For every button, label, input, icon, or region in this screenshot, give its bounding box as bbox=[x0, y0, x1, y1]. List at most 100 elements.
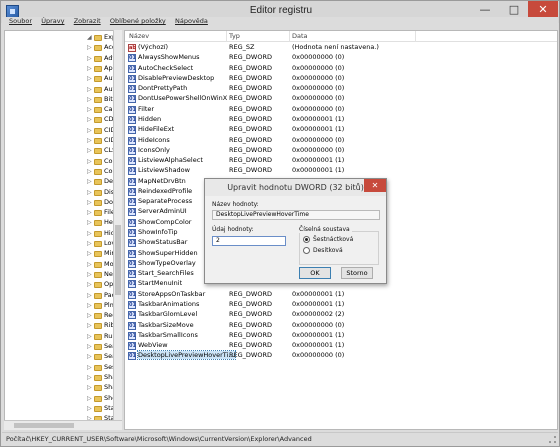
tree-item[interactable]: ▷ CD bbox=[5, 115, 113, 125]
tree-item[interactable]: ▷Acc bbox=[5, 43, 113, 53]
registry-value-row[interactable]: 01 TaskbarSmallIcons REG_DWORD 0x00000001 (… bbox=[125, 331, 557, 341]
menu-favorites[interactable]: Oblíbené položky bbox=[110, 17, 166, 25]
key-tree-pane[interactable]: ◢Explore▷Acc▷Adv▷App▷Aut▷Aut▷BitE▷Cab▷CD… bbox=[4, 30, 114, 430]
radio-decimal[interactable] bbox=[303, 247, 310, 254]
column-name-header[interactable]: Název bbox=[129, 32, 149, 40]
tree-item[interactable]: ▷CLS bbox=[5, 146, 113, 156]
expand-arrow-icon[interactable]: ▷ bbox=[87, 353, 92, 360]
tree-item[interactable]: ▷Star bbox=[5, 404, 113, 414]
registry-value-row[interactable]: 01 TaskbarAnimations REG_DWORD 0x00000001 (… bbox=[125, 300, 557, 310]
expand-arrow-icon[interactable]: ▷ bbox=[87, 240, 92, 247]
tree-item[interactable]: ▷BitE bbox=[5, 95, 113, 105]
tree-item[interactable]: ▷She bbox=[5, 394, 113, 404]
registry-value-row[interactable]: 01 Hidden REG_DWORD 0x00000001 (1) bbox=[125, 115, 557, 125]
tree-item[interactable]: ▷Cor bbox=[5, 157, 113, 167]
expand-arrow-icon[interactable]: ▷ bbox=[87, 116, 92, 123]
column-divider[interactable] bbox=[415, 31, 416, 42]
expand-arrow-icon[interactable]: ▷ bbox=[87, 405, 92, 412]
registry-value-row[interactable]: 01 DisablePreviewDesktop REG_DWORD 0x000000… bbox=[125, 74, 557, 84]
expand-arrow-icon[interactable]: ▷ bbox=[87, 230, 92, 237]
registry-value-row[interactable]: 01 ListviewAlphaSelect REG_DWORD 0x00000001… bbox=[125, 156, 557, 166]
tree-item[interactable]: ▷Cab bbox=[5, 105, 113, 115]
tree-item[interactable]: ▷App bbox=[5, 64, 113, 74]
expand-arrow-icon[interactable]: ▷ bbox=[87, 209, 92, 216]
tree-item[interactable]: ▷Adv bbox=[5, 54, 113, 64]
registry-value-row[interactable]: 01 TaskbarSizeMove REG_DWORD 0x00000000 (0) bbox=[125, 321, 557, 331]
tree-item[interactable]: ▷Des bbox=[5, 177, 113, 187]
tree-vertical-scrollbar[interactable] bbox=[113, 30, 122, 420]
expand-arrow-icon[interactable]: ▷ bbox=[87, 312, 92, 319]
expand-arrow-icon[interactable]: ▷ bbox=[87, 261, 92, 268]
expand-arrow-icon[interactable]: ▷ bbox=[87, 395, 92, 402]
radio-decimal-label[interactable]: Desítková bbox=[313, 247, 343, 254]
expand-arrow-icon[interactable]: ▷ bbox=[87, 250, 92, 257]
registry-value-row[interactable]: 01 DontUsePowerShellOnWinX REG_DWORD 0x0000… bbox=[125, 94, 557, 104]
registry-value-row[interactable]: 01 StoreAppsOnTaskbar REG_DWORD 0x00000001 … bbox=[125, 290, 557, 300]
expand-arrow-icon[interactable]: ▷ bbox=[87, 158, 92, 165]
tree-horizontal-scrollbar[interactable] bbox=[4, 420, 122, 430]
expand-arrow-icon[interactable]: ▷ bbox=[87, 44, 92, 51]
tree-item[interactable]: ▷Aut bbox=[5, 74, 113, 84]
menu-help[interactable]: Nápověda bbox=[175, 17, 208, 25]
registry-value-row[interactable]: 01 AlwaysShowMenus REG_DWORD 0x00000000 (0) bbox=[125, 53, 557, 63]
tree-item[interactable]: ▷Pac bbox=[5, 291, 113, 301]
expand-arrow-icon[interactable]: ◢ bbox=[87, 34, 92, 41]
expand-arrow-icon[interactable]: ▷ bbox=[87, 189, 92, 196]
expand-arrow-icon[interactable]: ▷ bbox=[87, 86, 92, 93]
registry-value-row[interactable]: 01 DesktopLivePreviewHoverTi... REG_DWORD 0… bbox=[125, 350, 557, 361]
tree-item[interactable]: ▷Rec bbox=[5, 311, 113, 321]
tree-item[interactable]: ▷ Mo bbox=[5, 260, 113, 270]
registry-value-row[interactable]: 01 AutoCheckSelect REG_DWORD 0x00000000 (0) bbox=[125, 64, 557, 74]
tree-item[interactable]: ▷Dor bbox=[5, 198, 113, 208]
expand-arrow-icon[interactable]: ▷ bbox=[87, 384, 92, 391]
expand-arrow-icon[interactable]: ▷ bbox=[87, 127, 92, 134]
registry-value-row[interactable]: 01 TaskbarGlomLevel REG_DWORD 0x00000002 (2… bbox=[125, 310, 557, 320]
tree-item[interactable]: ▷ Dis bbox=[5, 188, 113, 198]
expand-arrow-icon[interactable]: ▷ bbox=[87, 343, 92, 350]
expand-arrow-icon[interactable]: ▷ bbox=[87, 364, 92, 371]
tree-item[interactable]: ▷Sea bbox=[5, 352, 113, 362]
dialog-close-button[interactable]: ✕ bbox=[364, 179, 386, 192]
registry-value-row[interactable]: 01 ListviewShadow REG_DWORD 0x00000001 (1) bbox=[125, 166, 557, 176]
registry-value-row[interactable]: 01 HideIcons REG_DWORD 0x00000000 (0) bbox=[125, 136, 557, 146]
expand-arrow-icon[interactable]: ▷ bbox=[87, 147, 92, 154]
tree-item[interactable]: ▷CID bbox=[5, 126, 113, 136]
registry-value-row[interactable]: ab (Výchozí) REG_SZ (Hodnota není nastavena… bbox=[125, 43, 557, 53]
expand-arrow-icon[interactable]: ▷ bbox=[87, 281, 92, 288]
tree-item[interactable]: ▷Sha bbox=[5, 373, 113, 383]
tree-item[interactable]: ▷Plm bbox=[5, 301, 113, 311]
tree-item[interactable]: ▷Sea bbox=[5, 342, 113, 352]
cancel-button[interactable]: Storno bbox=[341, 267, 373, 279]
expand-arrow-icon[interactable]: ▷ bbox=[87, 55, 92, 62]
menu-file[interactable]: Soubor bbox=[9, 17, 32, 25]
expand-arrow-icon[interactable]: ▷ bbox=[87, 137, 92, 144]
column-type-header[interactable]: Typ bbox=[229, 32, 240, 40]
tree-item[interactable]: ◢Explore bbox=[5, 33, 113, 43]
tree-item[interactable]: ▷Ses bbox=[5, 363, 113, 373]
registry-value-row[interactable]: 01 WebView REG_DWORD 0x00000001 (1) bbox=[125, 341, 557, 351]
expand-arrow-icon[interactable]: ▷ bbox=[87, 199, 92, 206]
expand-arrow-icon[interactable]: ▷ bbox=[87, 292, 92, 299]
registry-value-row[interactable]: 01 HideFileExt REG_DWORD 0x00000001 (1) bbox=[125, 125, 557, 135]
expand-arrow-icon[interactable]: ▷ bbox=[87, 219, 92, 226]
menu-view[interactable]: Zobrazit bbox=[74, 17, 101, 25]
tree-hscroll-thumb[interactable] bbox=[14, 423, 74, 428]
tree-item[interactable]: ▷Lov bbox=[5, 239, 113, 249]
tree-item[interactable]: ▷ Hel bbox=[5, 218, 113, 228]
tree-item[interactable]: ▷Opt bbox=[5, 280, 113, 290]
expand-arrow-icon[interactable]: ▷ bbox=[87, 75, 92, 82]
registry-value-row[interactable]: 01 Filter REG_DWORD 0x00000000 (0) bbox=[125, 105, 557, 115]
expand-arrow-icon[interactable]: ▷ bbox=[87, 178, 92, 185]
expand-arrow-icon[interactable]: ▷ bbox=[87, 302, 92, 309]
registry-value-row[interactable]: 01 DontPrettyPath REG_DWORD 0x00000000 (0) bbox=[125, 84, 557, 94]
expand-arrow-icon[interactable]: ▷ bbox=[87, 65, 92, 72]
radio-hexadecimal-label[interactable]: Šestnáctková bbox=[313, 236, 353, 243]
expand-arrow-icon[interactable]: ▷ bbox=[87, 96, 92, 103]
tree-item[interactable]: ▷ Mir bbox=[5, 249, 113, 259]
tree-item[interactable]: ▷ Rur bbox=[5, 332, 113, 342]
tree-item[interactable]: ▷Nev bbox=[5, 270, 113, 280]
expand-arrow-icon[interactable]: ▷ bbox=[87, 168, 92, 175]
tree-item[interactable]: ▷CID bbox=[5, 136, 113, 146]
menu-edit[interactable]: Úpravy bbox=[41, 17, 64, 25]
radio-hexadecimal[interactable] bbox=[303, 236, 310, 243]
